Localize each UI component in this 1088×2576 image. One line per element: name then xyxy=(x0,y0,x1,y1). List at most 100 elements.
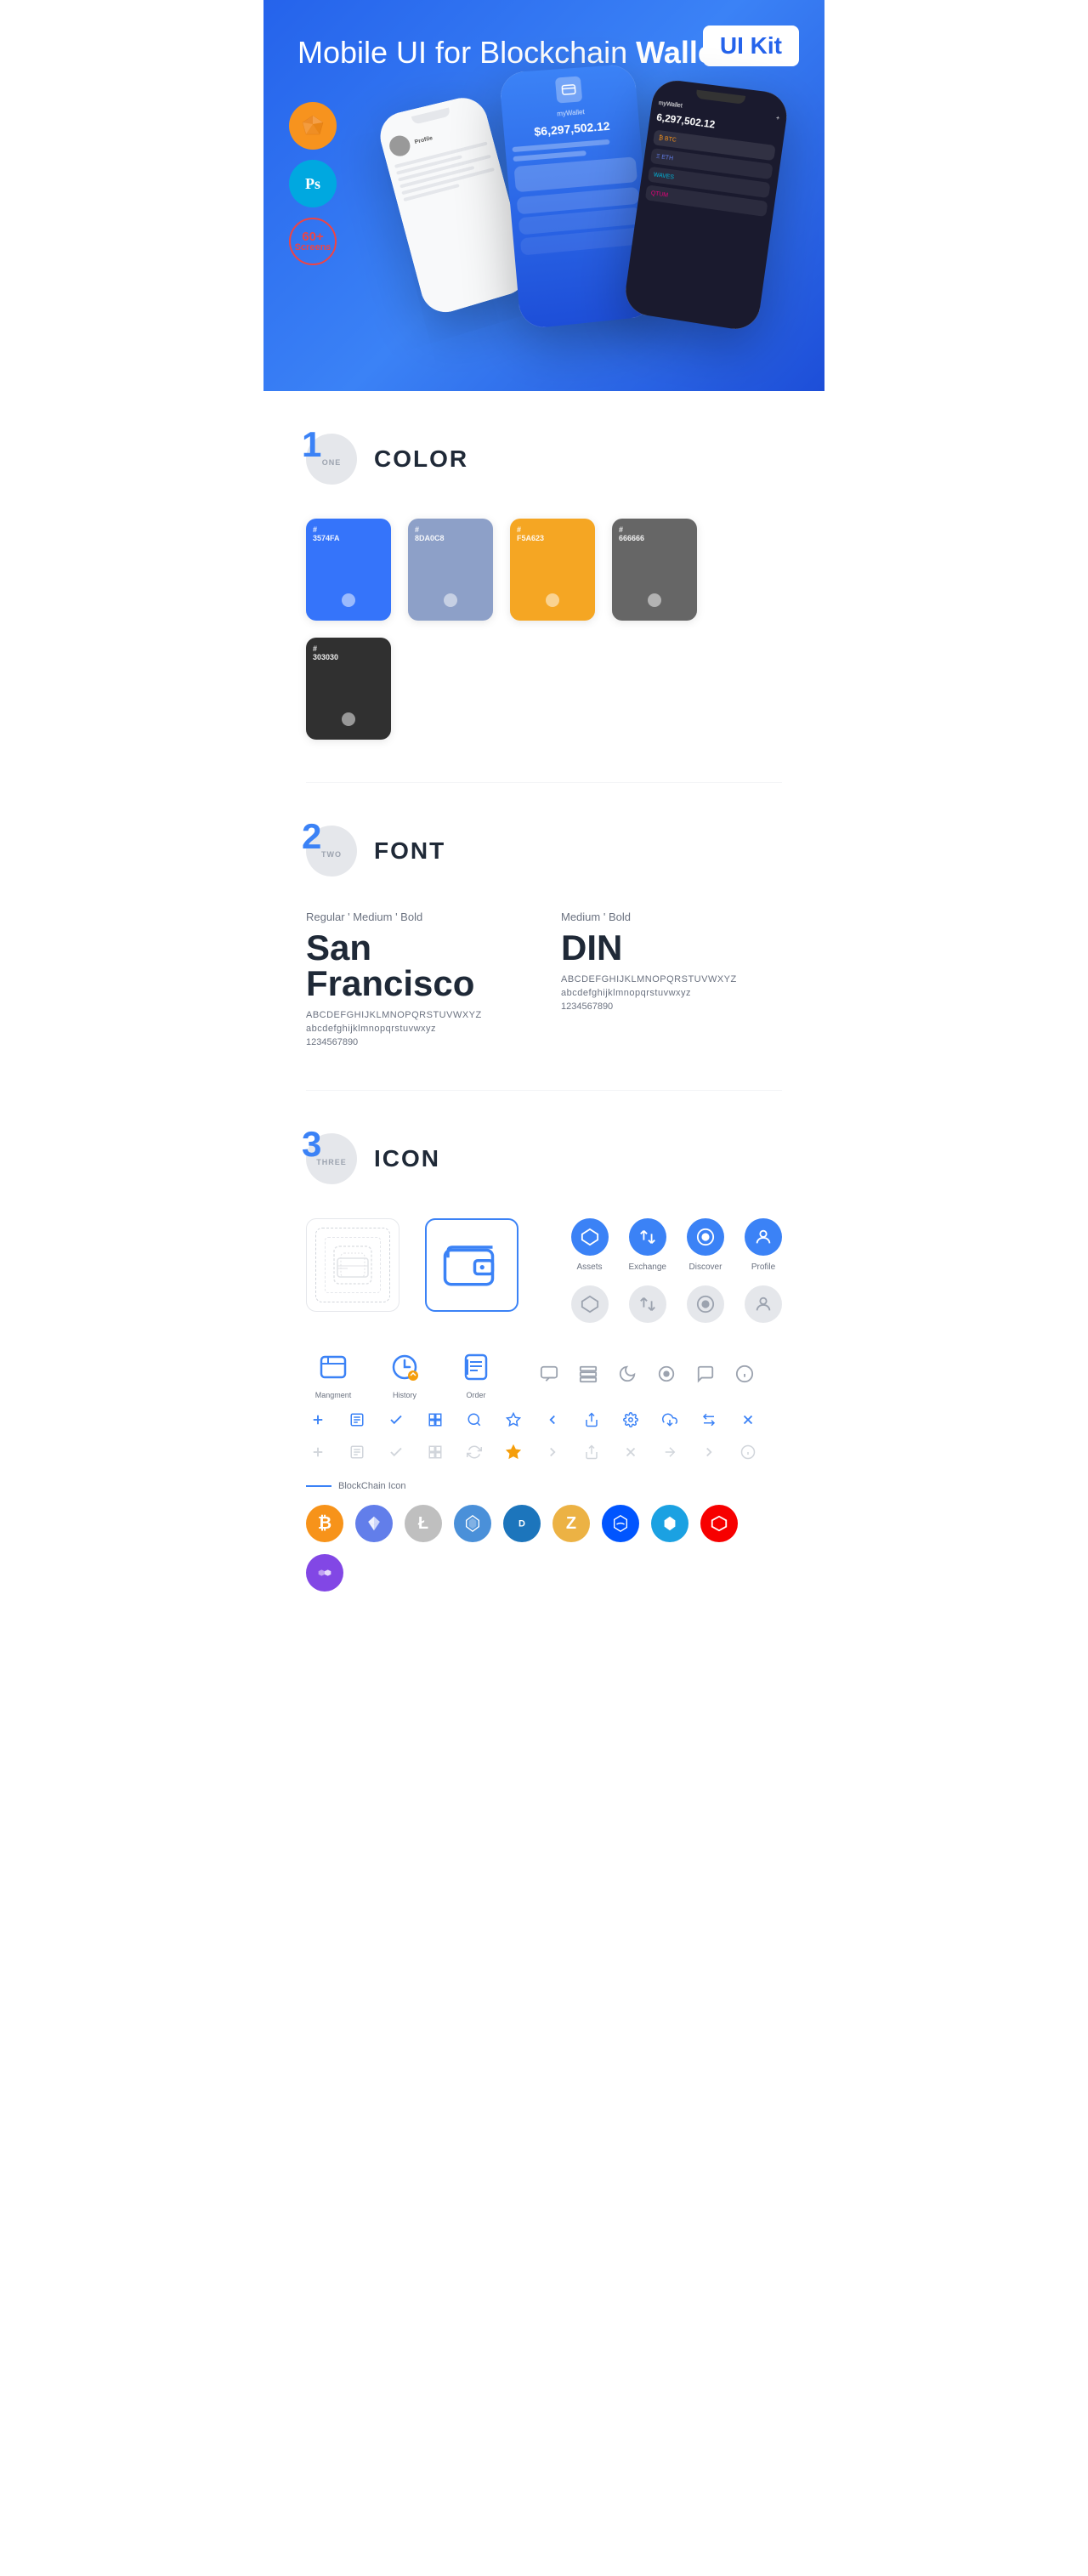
phone-right: myWallet+ 6,297,502.12 ₿ BTC Ξ ETH WAVES… xyxy=(622,78,790,332)
nem-icon xyxy=(454,1505,491,1542)
ps-badge: Ps xyxy=(289,160,337,207)
font-uppercase-din: ABCDEFGHIJKLMNOPQRSTUVWXYZ xyxy=(561,974,782,984)
nav-assets-icon: Assets xyxy=(571,1218,609,1272)
color-section: 1 ONE COLOR #3574FA #8DA0C8 #F5A623 #666… xyxy=(264,391,824,782)
nav-assets-inactive xyxy=(571,1285,609,1323)
grid-icon xyxy=(423,1408,447,1432)
star-icon xyxy=(502,1408,525,1432)
font-lowercase-din: abcdefghijklmnopqrstuvwxyz xyxy=(561,988,782,998)
hero-badges: Ps 60+ Screens xyxy=(289,102,337,265)
font-lowercase-sf: abcdefghijklmnopqrstuvwxyz xyxy=(306,1024,527,1034)
swap-icon xyxy=(697,1408,721,1432)
star-yellow-icon xyxy=(502,1440,525,1464)
nav-profile-inactive xyxy=(745,1285,782,1323)
message-icon xyxy=(694,1362,717,1386)
nav-icons-inactive-row xyxy=(571,1285,782,1323)
color-title: COLOR xyxy=(374,445,468,473)
hero-section: Mobile UI for Blockchain Wallet UI Kit P… xyxy=(264,0,824,391)
color-swatch-orange: #F5A623 xyxy=(510,519,595,621)
nav-icons-group: Assets Exchange Discover xyxy=(571,1218,782,1323)
font-meta-din: Medium ' Bold xyxy=(561,911,782,923)
color-swatches: #3574FA #8DA0C8 #F5A623 #666666 #303030 xyxy=(306,519,782,740)
color-swatch-gray: #666666 xyxy=(612,519,697,621)
color-dot xyxy=(342,593,355,607)
refresh-gray-icon xyxy=(462,1440,486,1464)
icon-preview-area: Assets Exchange Discover xyxy=(306,1218,782,1323)
order-icon: Order xyxy=(449,1348,503,1399)
font-san-francisco: Regular ' Medium ' Bold San Francisco AB… xyxy=(306,911,527,1047)
arrow-gray-icon xyxy=(658,1440,682,1464)
blockchain-label-row: BlockChain Icon xyxy=(306,1481,782,1491)
font-uppercase-sf: ABCDEFGHIJKLMNOPQRSTUVWXYZ xyxy=(306,1010,527,1020)
settings-icon xyxy=(619,1408,643,1432)
ark-icon xyxy=(700,1505,738,1542)
misc-icons-row xyxy=(537,1362,756,1386)
share-icon xyxy=(580,1408,604,1432)
history-icon: History xyxy=(377,1348,432,1399)
share-gray-icon xyxy=(580,1440,604,1464)
blockchain-label: BlockChain Icon xyxy=(338,1481,406,1491)
stratis-icon xyxy=(651,1505,688,1542)
check-icon xyxy=(384,1408,408,1432)
font-meta-sf: Regular ' Medium ' Bold xyxy=(306,911,527,923)
icon-section-header: 3 THREE ICON xyxy=(306,1133,782,1184)
stack-icon xyxy=(576,1362,600,1386)
crypto-icons-row: ₿ Ł D Z xyxy=(306,1505,782,1592)
font-section: 2 TWO FONT Regular ' Medium ' Bold San F… xyxy=(264,783,824,1090)
chevron-right-gray-icon xyxy=(541,1440,564,1464)
section-number-3: 3 THREE xyxy=(306,1133,357,1184)
info-gray-icon xyxy=(736,1440,760,1464)
icon-wallet-box xyxy=(425,1218,518,1312)
dash-icon: D xyxy=(503,1505,541,1542)
screens-badge: 60+ Screens xyxy=(289,218,337,265)
font-name-sf: San Francisco xyxy=(306,930,527,1001)
nav-discover-inactive xyxy=(687,1285,724,1323)
chevron-left-icon xyxy=(541,1408,564,1432)
font-grid: Regular ' Medium ' Bold San Francisco AB… xyxy=(306,911,782,1047)
color-dot xyxy=(546,593,559,607)
nav-exchange-inactive xyxy=(629,1285,666,1323)
waves-icon xyxy=(602,1505,639,1542)
export-icon xyxy=(658,1408,682,1432)
utility-icons-row2 xyxy=(306,1440,782,1464)
management-icon: Mangment xyxy=(306,1348,360,1399)
close-icon xyxy=(736,1408,760,1432)
sketch-badge xyxy=(289,102,337,150)
chevron-gray-icon xyxy=(697,1440,721,1464)
zcash-icon: Z xyxy=(552,1505,590,1542)
x-gray-icon xyxy=(619,1440,643,1464)
icon-guide-box xyxy=(306,1218,400,1312)
grid-gray-icon xyxy=(423,1440,447,1464)
blockchain-line xyxy=(306,1485,332,1487)
color-swatch-blue: #3574FA xyxy=(306,519,391,621)
color-dot xyxy=(648,593,661,607)
nav-icons-active-row: Assets Exchange Discover xyxy=(571,1218,782,1272)
utility-icons-row1 xyxy=(306,1408,782,1432)
font-din: Medium ' Bold DIN ABCDEFGHIJKLMNOPQRSTUV… xyxy=(561,911,782,1047)
document-icon xyxy=(345,1408,369,1432)
phones-area: Profile myWallet $6,297,502.12 xyxy=(400,51,824,374)
litecoin-icon: Ł xyxy=(405,1505,442,1542)
app-icons-row: Mangment History xyxy=(306,1348,782,1399)
font-section-header: 2 TWO FONT xyxy=(306,826,782,877)
icon-section: 3 THREE ICON xyxy=(264,1091,824,1634)
search-icon xyxy=(462,1408,486,1432)
chat-icon xyxy=(537,1362,561,1386)
color-section-header: 1 ONE COLOR xyxy=(306,434,782,485)
nav-profile-icon: Profile xyxy=(745,1218,782,1272)
color-swatch-slate: #8DA0C8 xyxy=(408,519,493,621)
crescent-icon xyxy=(615,1362,639,1386)
matic-icon xyxy=(306,1554,343,1592)
font-title: FONT xyxy=(374,837,445,865)
circle-icon xyxy=(654,1362,678,1386)
section-number-1: 1 ONE xyxy=(306,434,357,485)
color-dot xyxy=(444,593,457,607)
ethereum-icon xyxy=(355,1505,393,1542)
font-nums-din: 1234567890 xyxy=(561,1001,782,1012)
nav-exchange-icon: Exchange xyxy=(629,1218,666,1272)
font-nums-sf: 1234567890 xyxy=(306,1037,527,1047)
info-icon xyxy=(733,1362,756,1386)
font-name-din: DIN xyxy=(561,930,782,966)
bitcoin-icon: ₿ xyxy=(306,1505,343,1542)
nav-discover-icon: Discover xyxy=(687,1218,724,1272)
